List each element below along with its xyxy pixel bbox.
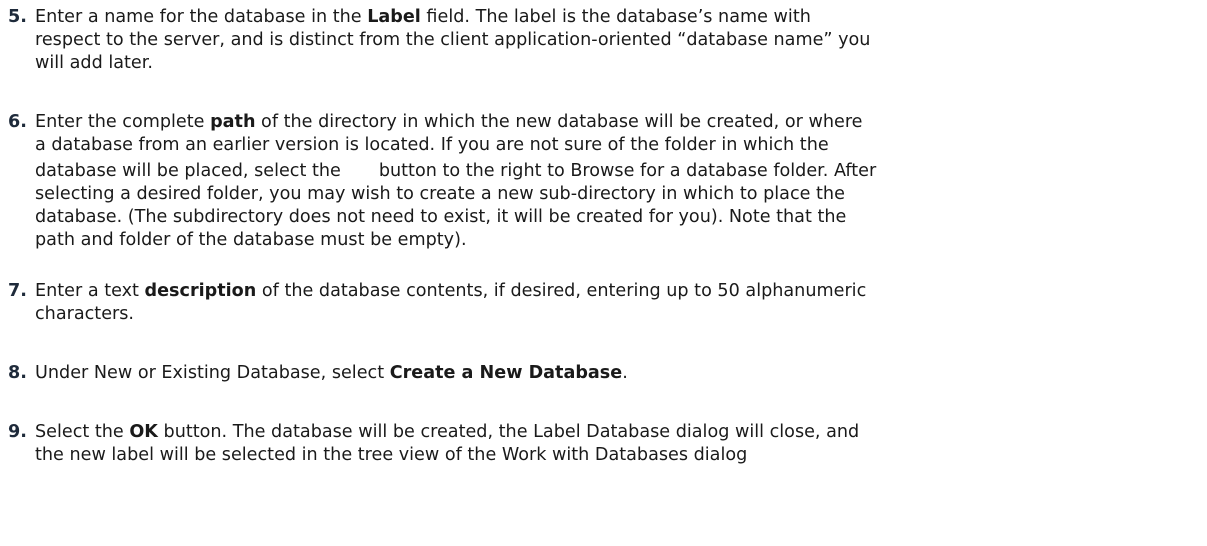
step-text: Under New or Existing Database, select C… [35,362,1203,385]
step-number: 9. [8,422,27,442]
step-number: 7. [8,281,27,301]
bold-term-path: path [210,112,256,132]
text-line: characters. [35,304,135,324]
step-text: Enter a name for the database in the Lab… [35,6,1203,75]
bold-term-description: description [144,281,257,301]
text-line: Enter a text description of the database… [35,281,867,301]
text-line: will add later. [35,53,153,73]
text-line: database. (The subdirectory does not nee… [35,207,847,227]
step-text: Enter a text description of the database… [35,280,1203,326]
text-line: path and folder of the database must be … [35,230,467,250]
step-number: 5. [8,7,27,27]
browse-button-icon-placeholder [341,163,379,179]
step-text: Select the OK button. The database will … [35,421,1203,467]
text-line: a database from an earlier version is lo… [35,135,829,155]
text-line: Select the OK button. The database will … [35,422,860,442]
text-line: the new label will be selected in the tr… [35,445,748,465]
text-line: Enter the complete path of the directory… [35,112,863,132]
text-line: database will be placed, select the butto… [35,161,877,181]
text-line: respect to the server, and is distinct f… [35,30,871,50]
text-line: Under New or Existing Database, select C… [35,363,628,383]
step-text: Enter the complete path of the directory… [35,111,1203,252]
step-number: 8. [8,363,27,383]
step-number: 6. [8,112,27,132]
bold-term-ok: OK [129,422,158,442]
bold-term-create-new-database: Create a New Database [389,363,623,383]
bold-term-label: Label [367,7,421,27]
text-line: selecting a desired folder, you may wish… [35,184,845,204]
text-line: Enter a name for the database in the Lab… [35,7,811,27]
